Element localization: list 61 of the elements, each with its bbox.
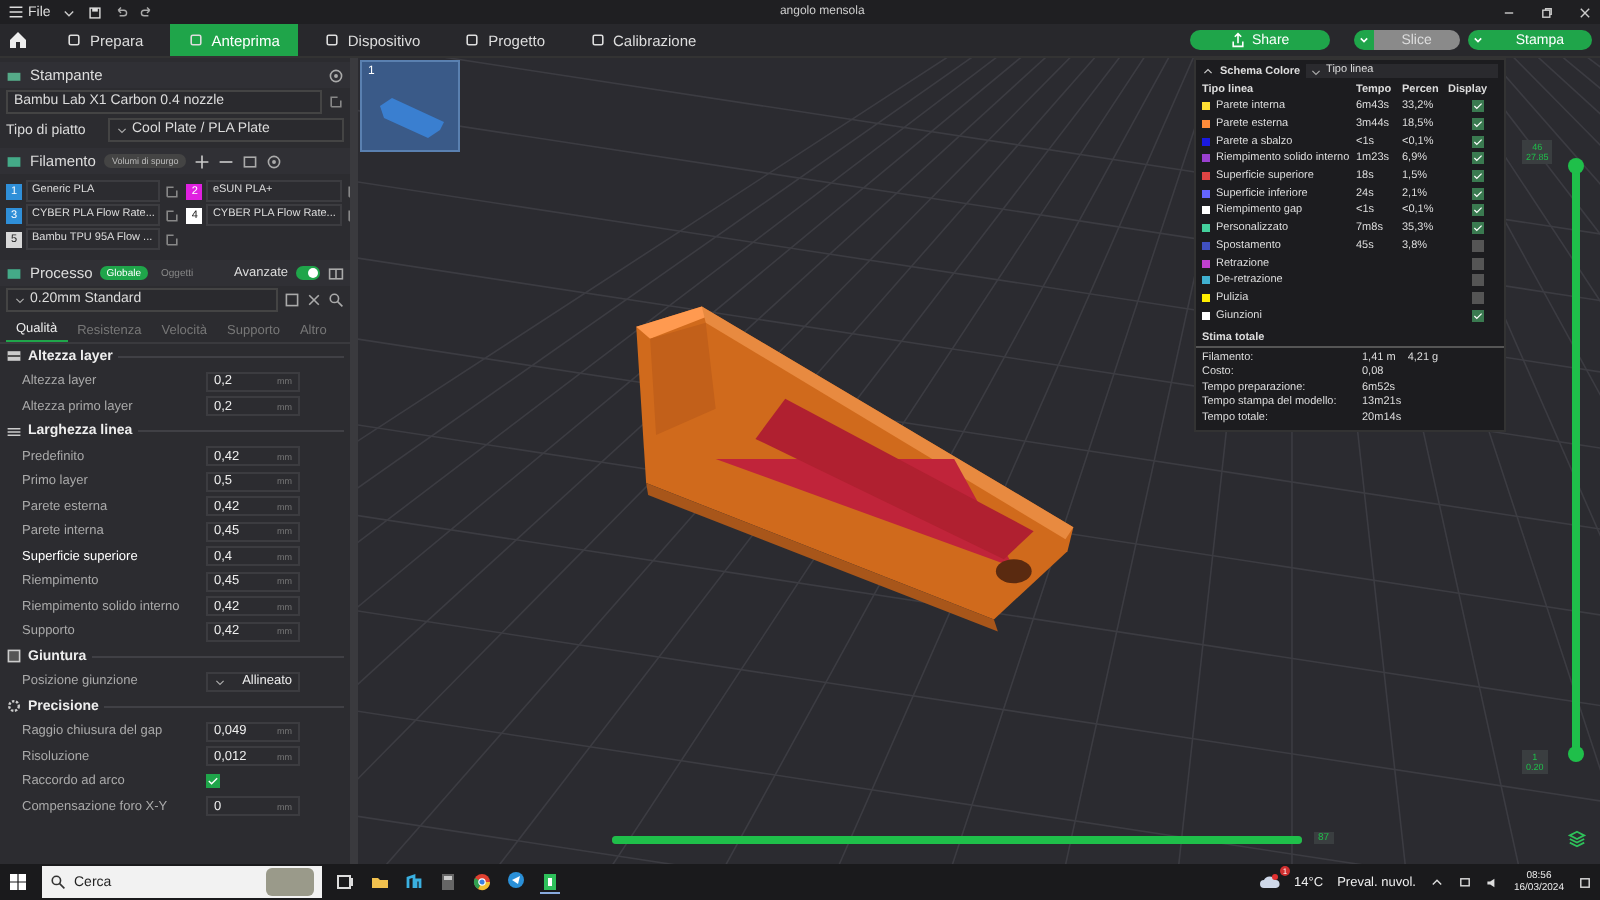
close-icon[interactable] xyxy=(306,292,322,308)
edit-icon[interactable] xyxy=(328,94,344,110)
settings-icon[interactable] xyxy=(266,153,283,169)
display-checkbox[interactable] xyxy=(1472,170,1484,183)
edit-icon[interactable] xyxy=(164,183,181,199)
upload-icon[interactable] xyxy=(1230,32,1246,48)
wedge-model-drawing[interactable] xyxy=(636,306,1074,632)
chevron-down-icon[interactable] xyxy=(62,5,77,19)
start-icon[interactable] xyxy=(8,872,28,892)
redo-icon[interactable] xyxy=(140,5,155,19)
settings-icon[interactable] xyxy=(328,67,344,83)
weather-cloud-icon xyxy=(1260,872,1281,892)
search-icon[interactable] xyxy=(328,292,344,308)
layers-icon[interactable] xyxy=(1568,830,1586,848)
square-icon xyxy=(6,648,22,665)
display-checkbox[interactable] xyxy=(1472,239,1484,252)
slicer-app-icon[interactable] xyxy=(540,871,560,893)
display-checkbox[interactable] xyxy=(1472,274,1484,287)
layers-icon xyxy=(6,348,22,365)
square-icon[interactable] xyxy=(589,32,605,48)
speaker-icon[interactable] xyxy=(1485,875,1500,889)
layer-range-slider[interactable] xyxy=(1572,164,1580,756)
undo-icon[interactable] xyxy=(114,5,129,19)
edit-icon[interactable] xyxy=(164,207,181,223)
display-checkbox[interactable] xyxy=(1472,135,1484,148)
chevron-up-icon[interactable] xyxy=(1429,875,1444,889)
square-icon[interactable] xyxy=(323,32,340,48)
plus-icon[interactable] xyxy=(194,153,211,169)
home-icon[interactable] xyxy=(8,30,28,50)
display-checkbox[interactable] xyxy=(1472,222,1484,235)
display-checkbox[interactable] xyxy=(1472,118,1484,131)
task-view-icon[interactable] xyxy=(336,872,356,892)
display-checkbox[interactable] xyxy=(1472,204,1484,217)
display-checkbox[interactable] xyxy=(1472,309,1484,322)
compare-icon[interactable] xyxy=(328,265,344,281)
display-checkbox[interactable] xyxy=(1472,152,1484,165)
restore-icon[interactable] xyxy=(1540,5,1554,19)
gear-icon xyxy=(6,698,22,715)
display-checkbox[interactable] xyxy=(1472,100,1484,113)
close-icon[interactable] xyxy=(1578,5,1592,19)
save-icon[interactable] xyxy=(284,292,300,308)
search-highlight-picture xyxy=(266,868,314,896)
3d-viewport[interactable] xyxy=(358,58,1600,864)
menu-icon[interactable] xyxy=(8,4,24,20)
lines-icon xyxy=(6,423,22,440)
setting-checkbox[interactable] xyxy=(206,774,220,789)
collapse-icon[interactable] xyxy=(1202,65,1214,77)
folder-icon[interactable] xyxy=(370,872,390,892)
display-checkbox[interactable] xyxy=(1472,187,1484,200)
calculator-icon[interactable] xyxy=(438,872,458,892)
display-checkbox[interactable] xyxy=(1472,257,1484,270)
advanced-switch[interactable] xyxy=(296,266,320,280)
search-icon[interactable] xyxy=(50,874,66,890)
browser-icon[interactable] xyxy=(472,872,492,892)
messaging-app-icon[interactable] xyxy=(506,870,526,890)
app-icon[interactable] xyxy=(404,872,424,892)
square-icon[interactable] xyxy=(464,32,481,48)
edit-icon[interactable] xyxy=(164,231,181,247)
display-checkbox[interactable] xyxy=(1472,291,1484,304)
square-icon[interactable] xyxy=(66,32,82,48)
move-slider-fill[interactable] xyxy=(612,836,1302,844)
